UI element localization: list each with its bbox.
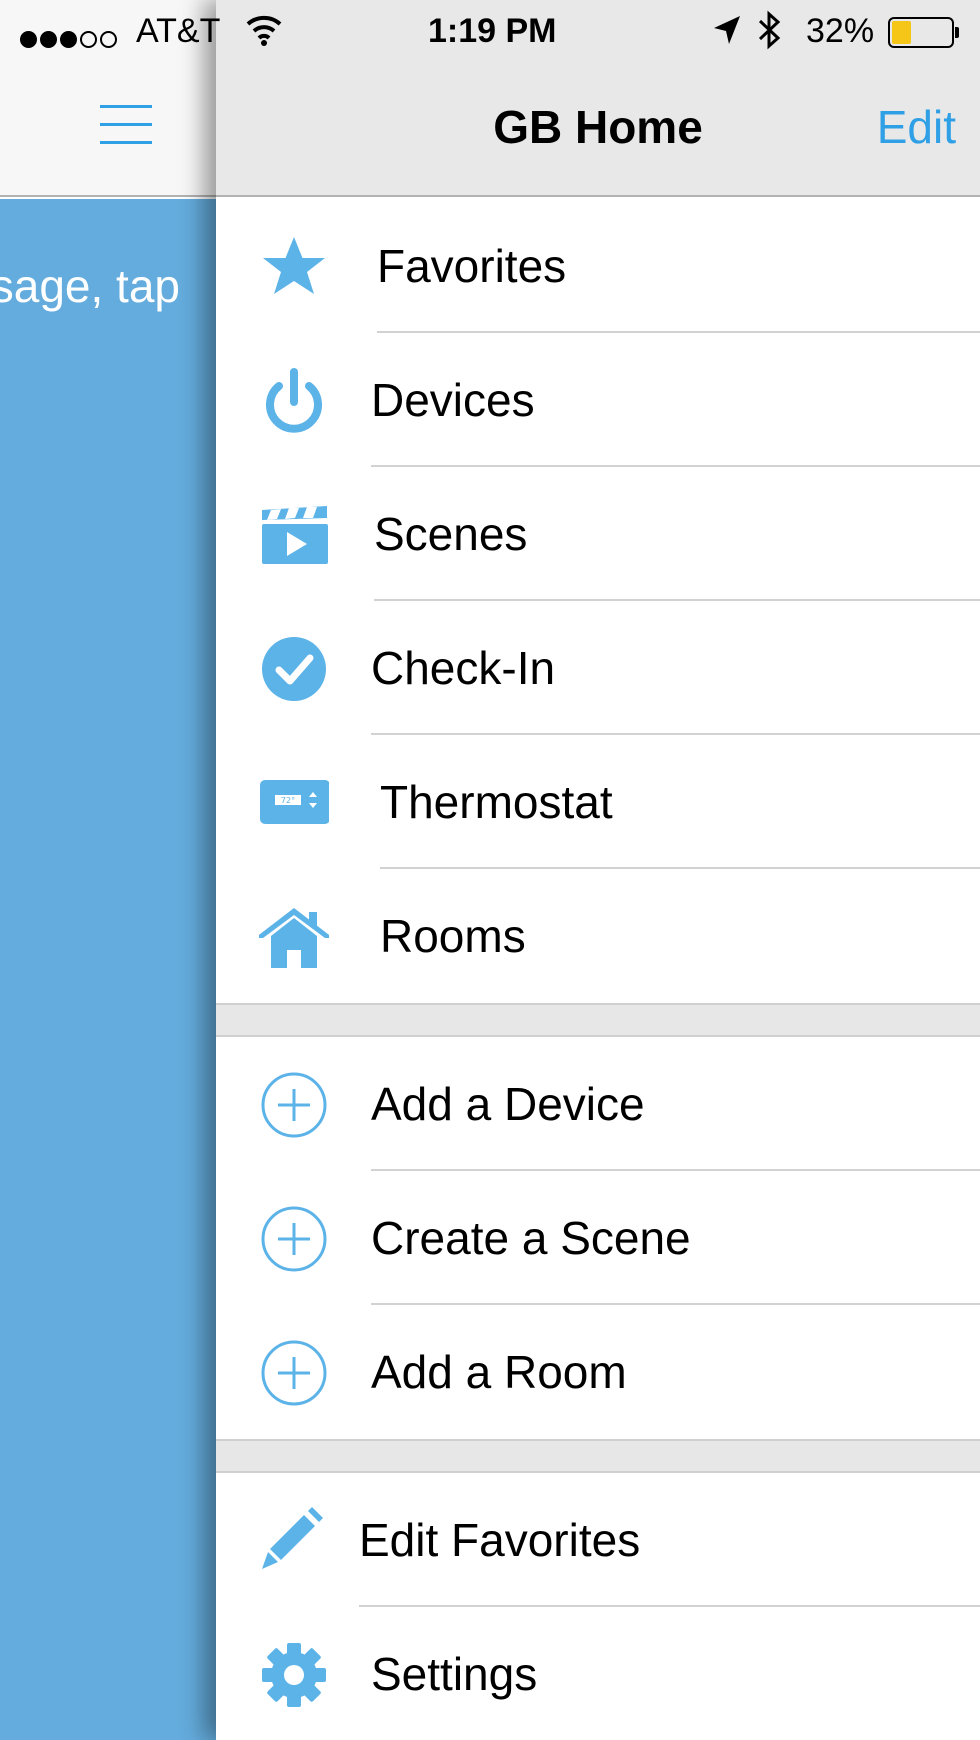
menu-item-label: Edit Favorites — [359, 1514, 641, 1566]
menu-item-rooms[interactable]: Rooms — [216, 869, 980, 1003]
background-message-text: sage, tap — [0, 260, 180, 312]
menu-item-label: Thermostat — [380, 776, 613, 828]
thermostat-display-text: 72° — [281, 796, 295, 805]
pencil-icon — [259, 1506, 329, 1576]
edit-button[interactable]: Edit — [877, 100, 956, 154]
gear-icon — [259, 1640, 329, 1710]
background-screen: sage, tap — [0, 0, 216, 1740]
section-divider — [216, 1439, 980, 1473]
menu-item-settings[interactable]: Settings — [216, 1607, 980, 1740]
thermostat-icon: 72° — [259, 768, 329, 838]
side-menu: GB Home Edit Favorites Devices Scenes Ch… — [216, 0, 980, 1740]
bluetooth-icon — [756, 10, 784, 59]
menu-item-label: Add a Device — [371, 1078, 645, 1130]
status-time: 1:19 PM — [428, 12, 557, 50]
background-content[interactable]: sage, tap — [0, 199, 216, 1740]
section-divider — [216, 1003, 980, 1037]
battery-percentage: 32% — [806, 12, 875, 50]
status-bar: AT&T 1:19 PM 32% — [0, 0, 980, 64]
star-icon — [259, 232, 329, 302]
menu-item-add-device[interactable]: Add a Device — [216, 1037, 980, 1171]
wifi-icon — [244, 12, 284, 55]
menu-item-label: Create a Scene — [371, 1212, 691, 1264]
menu-title: GB Home — [493, 101, 703, 153]
power-icon — [259, 366, 329, 436]
menu-item-edit-favorites[interactable]: Edit Favorites — [216, 1473, 980, 1607]
checkmark-circle-icon — [259, 634, 329, 704]
menu-item-favorites[interactable]: Favorites — [216, 199, 980, 333]
carrier-label: AT&T — [136, 12, 221, 50]
menu-item-thermostat[interactable]: 72° Thermostat — [216, 735, 980, 869]
menu-item-label: Check-In — [371, 642, 556, 694]
clapperboard-icon — [259, 500, 329, 570]
battery-icon — [888, 17, 960, 48]
menu-item-label: Add a Room — [371, 1346, 627, 1398]
signal-strength-icon — [20, 18, 120, 57]
menu-item-add-room[interactable]: Add a Room — [216, 1305, 980, 1439]
hamburger-menu-icon[interactable] — [100, 105, 152, 145]
menu-item-label: Rooms — [380, 910, 526, 962]
menu-item-scenes[interactable]: Scenes — [216, 467, 980, 601]
menu-item-check-in[interactable]: Check-In — [216, 601, 980, 735]
menu-item-create-scene[interactable]: Create a Scene — [216, 1171, 980, 1305]
house-icon — [259, 902, 329, 972]
menu-item-label: Favorites — [377, 240, 567, 292]
plus-circle-icon — [259, 1204, 329, 1274]
menu-item-label: Scenes — [374, 508, 528, 560]
menu-item-label: Devices — [371, 374, 535, 426]
plus-circle-icon — [259, 1070, 329, 1140]
plus-circle-icon — [259, 1338, 329, 1408]
location-arrow-icon — [712, 14, 742, 55]
menu-item-devices[interactable]: Devices — [216, 333, 980, 467]
menu-item-label: Settings — [371, 1648, 538, 1700]
